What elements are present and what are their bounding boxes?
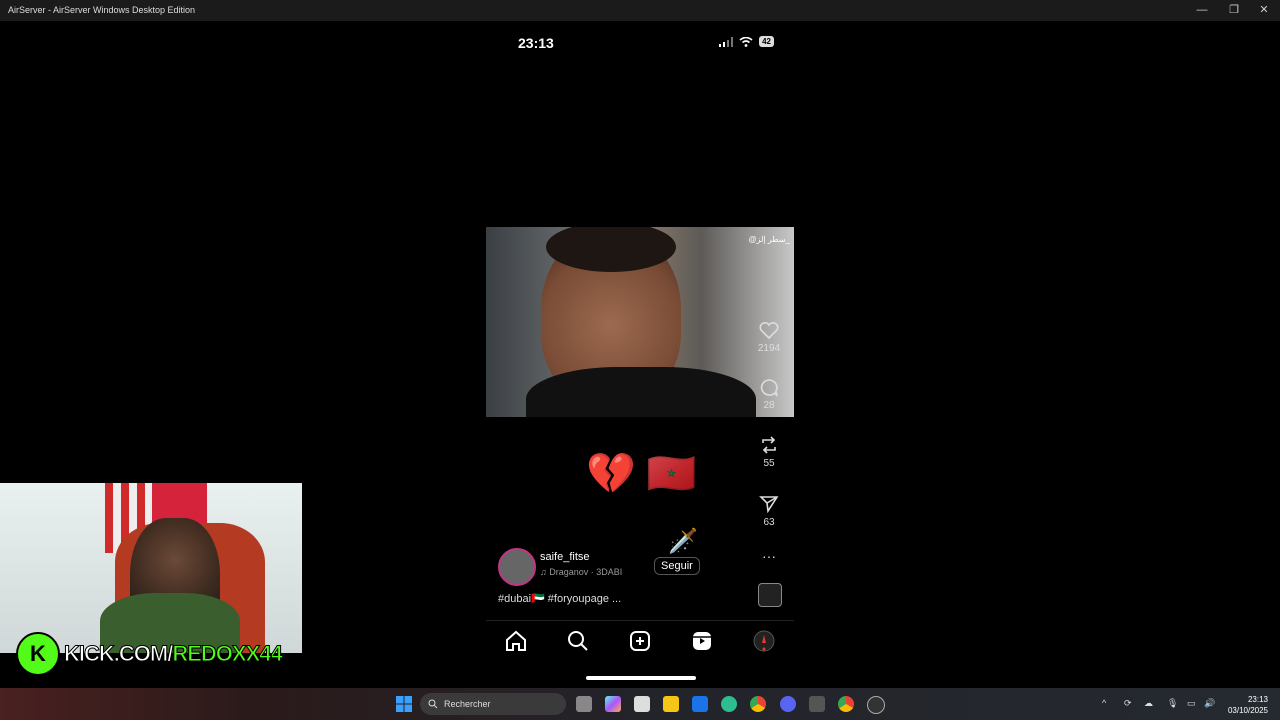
kick-logo-icon: K	[16, 632, 60, 676]
app-icon[interactable]	[867, 696, 885, 714]
windows-taskbar: Rechercher ^ ⟳ ☁ 🎙 ▭ 🔊 23:13 03/10/2025	[0, 688, 1280, 720]
chevron-up-icon[interactable]: ^	[1102, 698, 1106, 708]
volume-icon[interactable]: 🔊	[1204, 698, 1215, 709]
profile-tab-icon[interactable]	[752, 629, 776, 653]
video-watermark: @سطر إلز_	[748, 235, 790, 244]
repost-count: 55	[763, 458, 775, 469]
sync-icon[interactable]: ⟳	[1124, 698, 1132, 709]
share-button[interactable]: 63	[754, 494, 784, 528]
reels-icon[interactable]	[690, 629, 714, 653]
follow-button[interactable]: Seguir	[654, 557, 700, 575]
window-titlebar: AirServer - AirServer Windows Desktop Ed…	[0, 0, 1280, 21]
battery-indicator: 42	[759, 36, 774, 47]
kick-banner-name: REDOXX44	[172, 641, 283, 667]
repost-icon	[762, 436, 776, 454]
username[interactable]: saife_fitse	[540, 551, 590, 563]
airserver-icon[interactable]	[809, 696, 825, 712]
phone-screen: 23:13 42 @سطر إلز_ 2194 28 55 63 💔 🇲🇦 🗡️…	[486, 22, 794, 688]
microphone-icon[interactable]: 🎙	[1167, 698, 1178, 709]
caption-hashtags[interactable]: #dubai🇦🇪 #foryoupage ...	[498, 592, 621, 605]
store-icon[interactable]	[634, 696, 650, 712]
window-title: AirServer - AirServer Windows Desktop Ed…	[8, 5, 196, 15]
comment-count: 28	[763, 400, 775, 411]
wifi-icon	[739, 36, 753, 47]
sword-sticker: 🗡️	[668, 528, 698, 555]
kick-banner: K KICK.COM/REDOXX44	[16, 632, 283, 676]
network-icon[interactable]: ▭	[1187, 698, 1196, 709]
song-label: Draganov · 3DABI	[549, 567, 623, 577]
song-info[interactable]: ♫ Draganov · 3DABI	[540, 567, 622, 577]
outlook-icon[interactable]	[692, 696, 708, 712]
video-subject-shirt	[526, 367, 756, 417]
webcam-overlay	[0, 483, 302, 653]
task-view-icon[interactable]	[576, 696, 592, 712]
close-button[interactable]: ✕	[1252, 2, 1276, 18]
search-icon	[428, 699, 438, 709]
video-frame[interactable]: @سطر إلز_	[486, 227, 794, 417]
caption-emojis: 💔 🇲🇦	[586, 452, 697, 496]
like-button[interactable]: 2194	[754, 322, 784, 354]
search-icon[interactable]	[566, 629, 590, 653]
copilot-icon[interactable]	[605, 696, 621, 712]
repost-button[interactable]: 55	[754, 435, 784, 469]
status-time: 23:13	[518, 35, 554, 51]
like-count: 2194	[757, 343, 781, 354]
home-icon[interactable]	[504, 629, 528, 653]
clock-time: 23:13	[1247, 695, 1268, 704]
taskbar-search[interactable]: Rechercher	[420, 693, 566, 715]
kick-banner-text: KICK.COM/REDOXX44	[63, 641, 283, 667]
restore-button[interactable]: ❐	[1222, 2, 1246, 18]
taskbar-clock[interactable]: 23:13 03/10/2025	[1228, 694, 1268, 716]
home-indicator[interactable]	[586, 676, 696, 680]
taskbar-search-placeholder: Rechercher	[444, 699, 491, 709]
status-icons: 42	[719, 36, 774, 47]
more-options-icon[interactable]: ···	[762, 548, 776, 564]
kick-banner-prefix: KICK.COM/	[63, 641, 173, 667]
comment-icon	[760, 379, 778, 397]
minimize-button[interactable]: —	[1190, 2, 1214, 18]
create-icon[interactable]	[628, 629, 652, 653]
discord-icon[interactable]	[780, 696, 796, 712]
signal-icon	[719, 36, 734, 47]
edge-icon[interactable]	[721, 696, 737, 712]
share-count: 63	[763, 517, 775, 528]
chrome-profile-icon[interactable]	[838, 696, 854, 712]
windows-start-icon[interactable]	[396, 696, 412, 712]
heart-icon	[759, 322, 779, 340]
send-icon	[759, 496, 779, 514]
cloud-icon[interactable]: ☁	[1144, 698, 1153, 709]
music-note-icon: ♫	[540, 567, 550, 577]
audio-thumbnail[interactable]	[758, 583, 782, 607]
clock-date: 03/10/2025	[1227, 706, 1268, 715]
file-explorer-icon[interactable]	[663, 696, 679, 712]
profile-avatar[interactable]	[498, 548, 536, 586]
comment-button[interactable]: 28	[754, 379, 784, 411]
chrome-icon[interactable]	[750, 696, 766, 712]
bottom-nav	[486, 620, 794, 689]
